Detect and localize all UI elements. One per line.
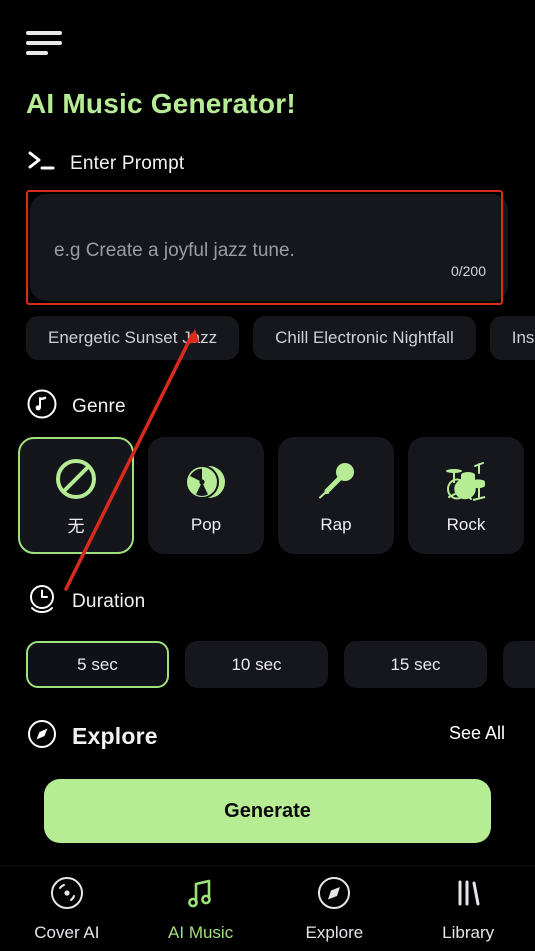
genre-section-header: Genre: [26, 388, 126, 425]
genre-section-label: Genre: [72, 395, 126, 417]
duration-chip-row: 5 sec 10 sec 15 sec: [26, 641, 535, 688]
prohibition-icon: [51, 454, 101, 504]
genre-card-rap[interactable]: Rap: [278, 437, 394, 554]
genre-card-none[interactable]: 无: [18, 437, 134, 554]
compass-icon: [316, 875, 352, 916]
see-all-link[interactable]: See All: [449, 723, 505, 744]
prompt-placeholder-text: e.g Create a joyful jazz tune.: [54, 240, 295, 261]
duration-chip-5s[interactable]: 5 sec: [26, 641, 169, 688]
prompt-section-header: Enter Prompt: [26, 148, 184, 179]
genre-card-label: 无: [67, 517, 85, 536]
suggestion-chip[interactable]: Chill Electronic Nightfall: [253, 316, 476, 360]
prompt-input-card[interactable]: e.g Create a joyful jazz tune. 0/200: [30, 194, 508, 301]
prompt-section-label: Enter Prompt: [70, 152, 185, 174]
suggestion-chip[interactable]: Energetic Sunset Jazz: [26, 316, 240, 360]
prompt-input-wrapper[interactable]: e.g Create a joyful jazz tune. 0/200: [26, 190, 508, 305]
genre-card-label: Rock: [446, 514, 486, 534]
nav-item-explore[interactable]: Explore: [274, 875, 394, 943]
vinyl-record-icon: [49, 875, 85, 916]
compass-icon: [26, 718, 58, 755]
generate-button[interactable]: Generate: [44, 779, 491, 843]
duration-chip-10s[interactable]: 10 sec: [185, 641, 328, 688]
suggestion-chip[interactable]: Insp: [489, 316, 535, 360]
suggestion-chip-row: Energetic Sunset Jazz Chill Electronic N…: [26, 316, 535, 360]
clock-icon: [26, 583, 58, 620]
genre-card-label: Pop: [190, 514, 222, 534]
nav-label: Library: [442, 922, 495, 942]
genre-card-rock[interactable]: Rock: [408, 437, 524, 554]
terminal-prompt-icon: [26, 148, 56, 179]
hamburger-bar: [26, 31, 62, 35]
nav-item-ai-music[interactable]: AI Music: [141, 875, 261, 943]
explore-section-label: Explore: [72, 723, 158, 749]
duration-section-label: Duration: [72, 590, 146, 612]
drum-kit-icon: [441, 457, 491, 507]
nav-label: AI Music: [168, 922, 234, 942]
explore-section-header: Explore: [26, 718, 158, 755]
hamburger-bar: [26, 41, 62, 45]
nav-item-cover-ai[interactable]: Cover AI: [7, 875, 127, 943]
bottom-navigation-bar: Cover AI AI Music Explore Library: [0, 865, 535, 951]
character-counter: 0/200: [450, 263, 486, 279]
duration-chip-next[interactable]: [503, 641, 535, 688]
duration-section-header: Duration: [26, 583, 145, 620]
nav-item-library[interactable]: Library: [408, 875, 528, 943]
hamburger-bar: [26, 51, 48, 55]
microphone-icon: [311, 457, 361, 507]
music-note-circle-icon: [26, 388, 58, 425]
genre-card-label: Rap: [320, 514, 352, 534]
nav-label: Cover AI: [34, 922, 100, 942]
hamburger-menu-icon[interactable]: [26, 28, 64, 58]
app-screen: AI Music Generator! Enter Prompt e.g Cre…: [0, 0, 535, 951]
music-notes-icon: [183, 875, 219, 916]
nav-label: Explore: [305, 922, 364, 942]
genre-card-row: 无 Pop Rap Rock: [18, 437, 535, 554]
genre-card-pop[interactable]: Pop: [148, 437, 264, 554]
books-icon: [450, 875, 486, 916]
page-title: AI Music Generator!: [26, 88, 296, 119]
vinyl-disc-icon: [181, 457, 231, 507]
duration-chip-15s[interactable]: 15 sec: [344, 641, 487, 688]
